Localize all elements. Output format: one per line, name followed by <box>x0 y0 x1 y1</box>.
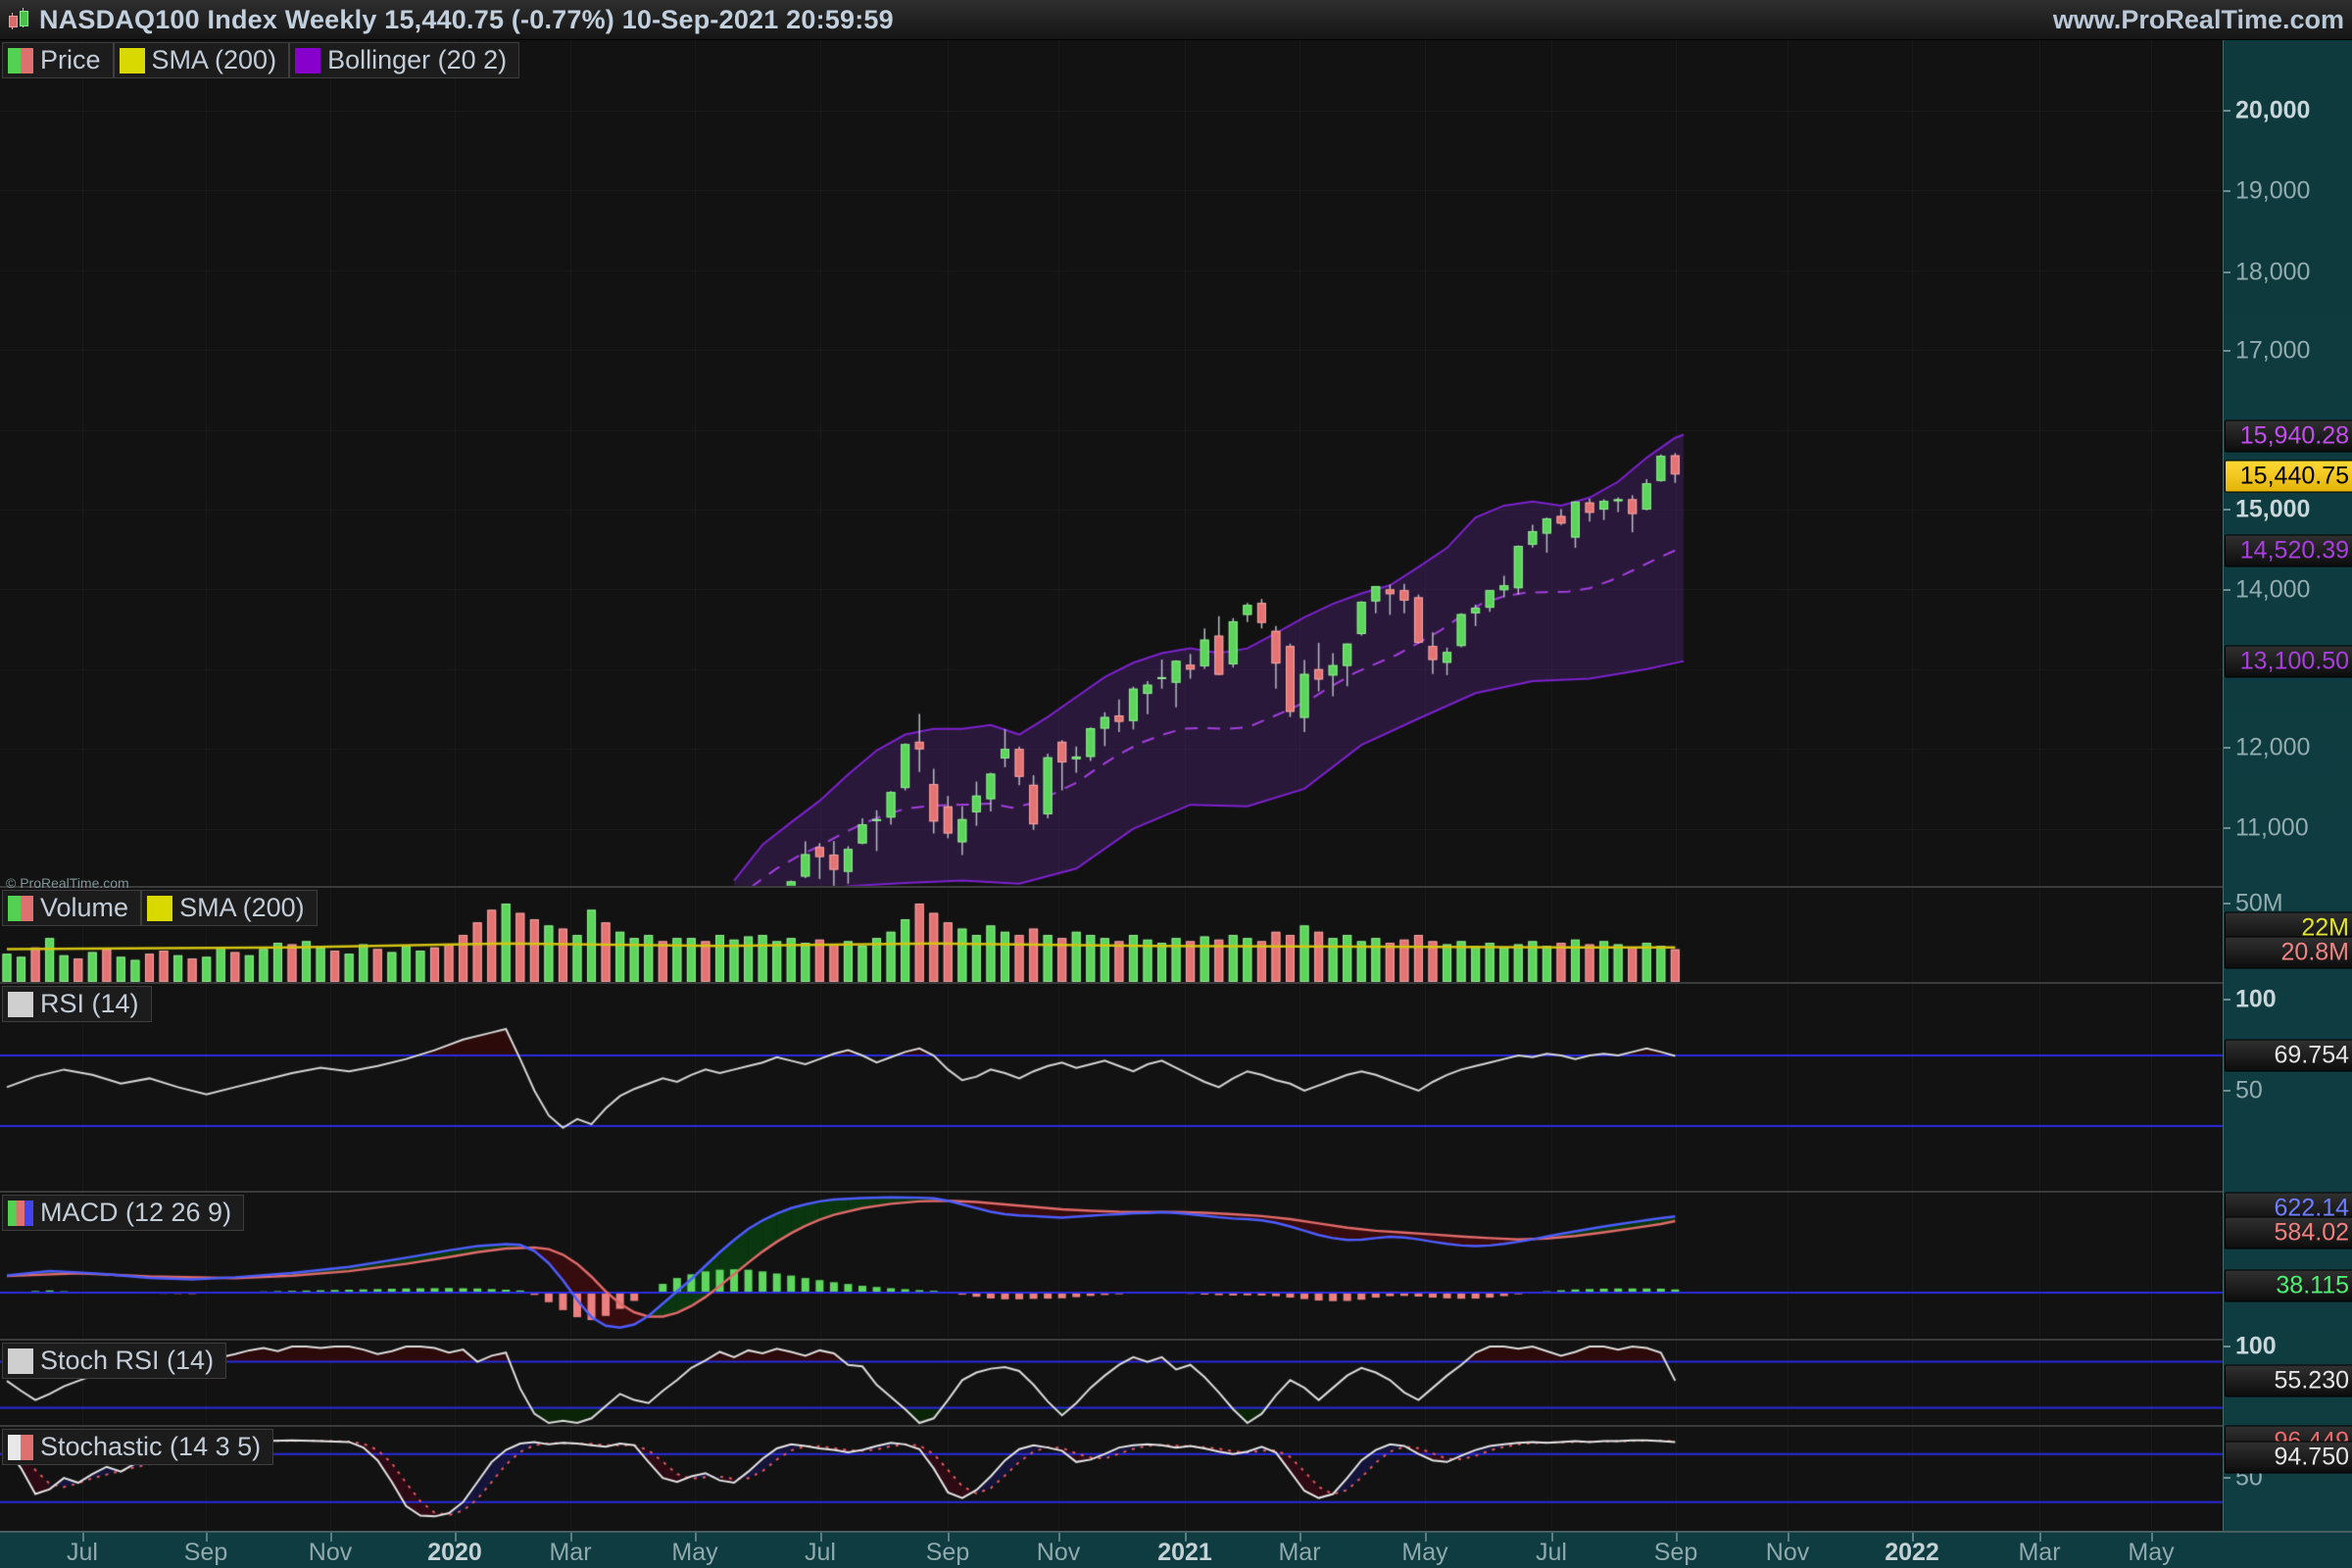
panel-separator[interactable] <box>0 1425 2352 1427</box>
x-axis-label: May <box>671 1539 717 1567</box>
legend-volume-sma[interactable]: SMA (200) <box>141 890 318 926</box>
y-axis-label: 20,000 <box>2235 97 2310 125</box>
y-axis-label: 14,000 <box>2235 576 2310 605</box>
x-axis-label: Nov <box>1766 1539 1809 1567</box>
axis-value-box: 55.230 <box>2225 1365 2352 1397</box>
price-swatch-icon <box>8 48 33 74</box>
x-axis-label: Jul <box>1536 1539 1567 1567</box>
x-axis-label: Sep <box>184 1539 227 1567</box>
x-axis-label: Mar <box>549 1539 591 1567</box>
x-axis-label: Nov <box>1037 1539 1080 1567</box>
axis-value-box: 69.754 <box>2225 1040 2352 1072</box>
y-axis-tick <box>2224 999 2230 1001</box>
panel-separator[interactable] <box>0 982 2352 984</box>
legend-macd[interactable]: MACD (12 26 9) <box>2 1195 244 1231</box>
x-axis-label: May <box>1401 1539 1447 1567</box>
y-axis-label: 17,000 <box>2235 337 2310 366</box>
legend-volume-sma-label: SMA (200) <box>179 893 305 923</box>
y-axis-label: 15,000 <box>2235 496 2310 524</box>
legend-sma-label: SMA (200) <box>152 45 277 75</box>
watermark: © ProRealTime.com <box>6 875 129 891</box>
y-axis-label: 11,000 <box>2235 814 2309 843</box>
legend-volume[interactable]: Volume <box>2 890 141 926</box>
y-axis-tick <box>2224 271 2230 273</box>
y-axis-label: 12,000 <box>2235 734 2310 762</box>
axis-value-box: 15,940.28 <box>2225 420 2352 453</box>
y-axis-tick <box>2224 509 2230 511</box>
legend-rsi[interactable]: RSI (14) <box>2 986 152 1022</box>
sma-swatch-icon <box>120 48 145 74</box>
x-axis-label: Mar <box>2018 1539 2060 1567</box>
header-bar: NASDAQ100 Index Weekly 15,440.75 (-0.77%… <box>0 0 2352 40</box>
x-axis-label: Sep <box>926 1539 969 1567</box>
axis-value-box: 94.750 <box>2225 1442 2352 1474</box>
x-axis-label: Nov <box>309 1539 352 1567</box>
legend-stochastic-label: Stochastic (14 3 5) <box>40 1432 261 1462</box>
stoch-rsi-swatch-icon <box>8 1348 33 1374</box>
y-axis-label: 100 <box>2235 986 2277 1014</box>
axis-value-box: 13,100.50 <box>2225 646 2352 678</box>
time-axis[interactable]: Jul Sep Nov 2020 Mar May Jul Sep Nov 2021 Mar May Ju… <box>0 1531 2352 1568</box>
legend-bollinger[interactable]: Bollinger (20 2) <box>289 42 519 78</box>
volume-sma-swatch-icon <box>147 896 172 921</box>
y-axis-tick <box>2224 190 2230 192</box>
instrument-title: NASDAQ100 Index Weekly 15,440.75 (-0.77%… <box>39 5 894 35</box>
x-axis-label: Mar <box>1278 1539 1320 1567</box>
y-axis-tick <box>2224 1346 2230 1348</box>
legend-rsi-label: RSI (14) <box>40 989 139 1019</box>
stochastic-swatch-icon <box>8 1435 33 1460</box>
volume-swatch-icon <box>8 896 33 921</box>
prorealtime-link[interactable]: www.ProRealTime.com <box>2053 5 2352 35</box>
bollinger-swatch-icon <box>295 48 320 74</box>
prorealtime-workstation: NASDAQ100 Index Weekly 15,440.75 (-0.77%… <box>0 0 2352 1568</box>
x-axis-label: 2022 <box>1885 1539 1939 1567</box>
x-axis-label: Jul <box>67 1539 98 1567</box>
y-axis-tick <box>2224 110 2230 112</box>
x-axis-label: May <box>2128 1539 2174 1567</box>
y-axis-tick <box>2224 350 2230 352</box>
chart-canvas[interactable] <box>0 0 2352 1568</box>
price-axis[interactable]: 20,000 19,000 18,000 17,000 15,000 14,000 12,0… <box>2223 39 2352 1531</box>
legend-macd-label: MACD (12 26 9) <box>40 1198 231 1228</box>
y-axis-tick <box>2224 1477 2230 1479</box>
legend-stoch-rsi-label: Stoch RSI (14) <box>40 1346 214 1376</box>
legend-price[interactable]: Price <box>2 42 114 78</box>
macd-swatch-icon <box>8 1200 33 1226</box>
axis-value-box: 20.8M <box>2225 937 2352 969</box>
legend-stoch-rsi[interactable]: Stoch RSI (14) <box>2 1343 226 1379</box>
y-axis-label: 100 <box>2235 1333 2277 1361</box>
legend-stochastic[interactable]: Stochastic (14 3 5) <box>2 1429 273 1465</box>
instrument-candlestick-icon <box>6 7 31 32</box>
panel-separator[interactable] <box>0 886 2352 888</box>
y-axis-tick <box>2224 827 2230 829</box>
legend-volume-label: Volume <box>40 893 128 923</box>
y-axis-tick <box>2224 903 2230 905</box>
panel-separator[interactable] <box>0 1191 2352 1193</box>
x-axis-label: 2020 <box>427 1539 482 1567</box>
y-axis-tick <box>2224 1090 2230 1092</box>
legend-sma[interactable]: SMA (200) <box>114 42 290 78</box>
y-axis-label: 18,000 <box>2235 259 2310 287</box>
y-axis-label: 50 <box>2235 1077 2263 1105</box>
axis-value-box: 584.02 <box>2225 1217 2352 1250</box>
x-axis-label: Sep <box>1654 1539 1697 1567</box>
x-axis-label: Jul <box>805 1539 836 1567</box>
y-axis-label: 19,000 <box>2235 177 2310 206</box>
y-axis-tick <box>2224 589 2230 591</box>
axis-value-box: 15,440.75 <box>2225 461 2352 493</box>
legend-price-label: Price <box>40 45 101 75</box>
y-axis-tick <box>2224 747 2230 749</box>
legend-bollinger-label: Bollinger (20 2) <box>327 45 507 75</box>
panel-separator[interactable] <box>0 1339 2352 1341</box>
rsi-swatch-icon <box>8 992 33 1017</box>
axis-value-box: 38.115 <box>2225 1270 2352 1302</box>
axis-value-box: 14,520.39 <box>2225 535 2352 567</box>
x-axis-label: 2021 <box>1157 1539 1212 1567</box>
